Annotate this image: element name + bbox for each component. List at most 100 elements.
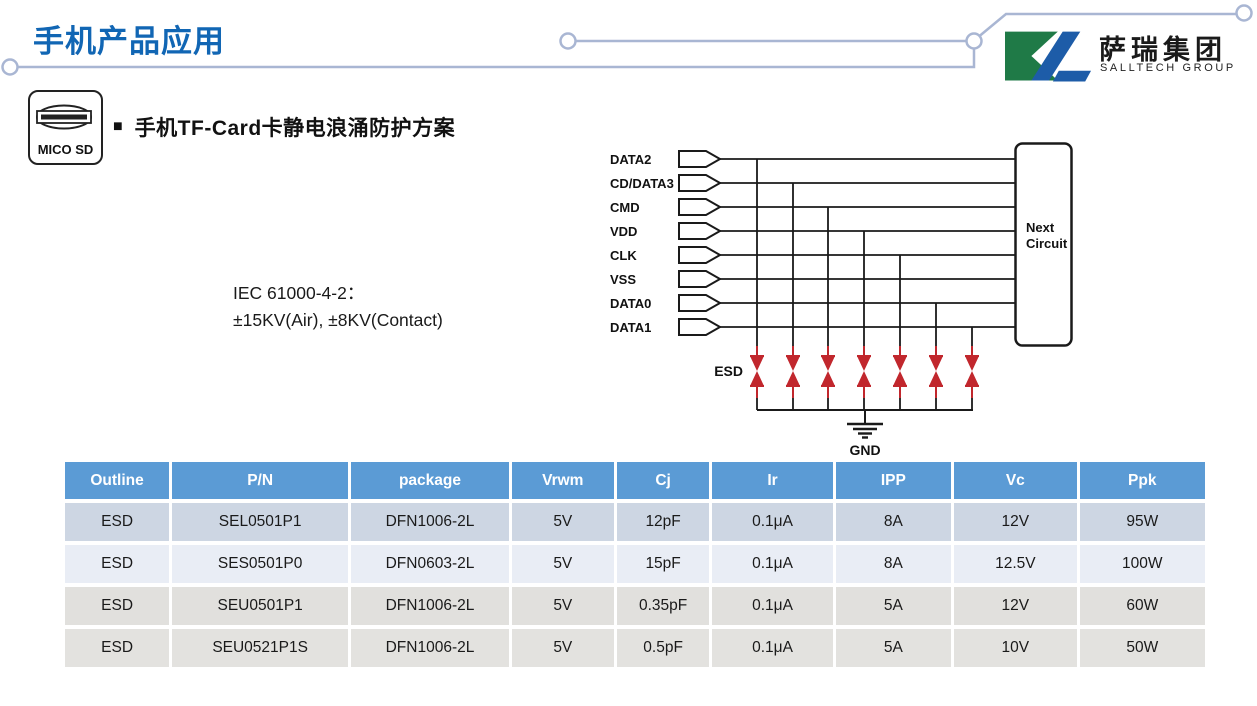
table-cell: 5A [836, 587, 955, 625]
table-header-row: OutlineP/NpackageVrwmCjIrIPPVcPpk [65, 462, 1205, 499]
table-row: ESDSES0501P0DFN0603-2L5V15pF0.1μA8A12.5V… [65, 545, 1205, 583]
section-heading-row: ■ 手机TF-Card卡静电浪涌防护方案 [113, 112, 455, 142]
table-cell: 0.35pF [617, 587, 713, 625]
table-cell: ESD [65, 629, 172, 667]
signal-label: DATA0 [610, 296, 651, 311]
sd-card-icon: MICO SD [28, 90, 103, 165]
signal-label: CMD [610, 200, 640, 215]
table-cell: 5A [836, 629, 955, 667]
tvs-diode-icon [786, 356, 800, 371]
tvs-diode-icon [750, 356, 764, 371]
table-cell: 60W [1080, 587, 1205, 625]
table-cell: 5V [512, 545, 617, 583]
logo-text-en: SALLTECH GROUP [1100, 62, 1236, 74]
signal-label: VSS [610, 272, 636, 287]
table-cell: DFN1006-2L [351, 629, 512, 667]
sd-card-label: MICO SD [30, 142, 101, 157]
table-cell: 0.1μA [712, 503, 835, 541]
tvs-diode-icon [857, 356, 871, 371]
table-cell: 50W [1080, 629, 1205, 667]
signal-label: VDD [610, 224, 637, 239]
tvs-diode-icon [786, 371, 800, 386]
table-head: OutlineP/NpackageVrwmCjIrIPPVcPpk [65, 462, 1205, 499]
table-header-cell: Cj [617, 462, 713, 499]
table-row: ESDSEU0521P1SDFN1006-2L5V0.5pF0.1μA5A10V… [65, 629, 1205, 667]
next-circuit-label: Circuit [1026, 236, 1068, 251]
table-cell: DFN0603-2L [351, 545, 512, 583]
table-cell: SEU0521P1S [172, 629, 351, 667]
table-header-cell: P/N [172, 462, 351, 499]
signal-connector [679, 319, 720, 335]
table-cell: 12pF [617, 503, 713, 541]
table-cell: 15pF [617, 545, 713, 583]
section-heading: 手机TF-Card卡静电浪涌防护方案 [135, 112, 456, 142]
bullet-icon: ■ [113, 119, 123, 135]
table-row: ESDSEL0501P1DFN1006-2L5V12pF0.1μA8A12V95… [65, 503, 1205, 541]
slide: 手机产品应用 萨瑞集团 SALLTECH GROUP MICO SD ■ 手机T… [0, 0, 1257, 706]
table-cell: 12V [954, 587, 1079, 625]
table-header-cell: Vrwm [512, 462, 617, 499]
signal-label: CD/DATA3 [610, 176, 674, 191]
table-cell: 0.1μA [712, 587, 835, 625]
parts-table: OutlineP/NpackageVrwmCjIrIPPVcPpk ESDSEL… [65, 458, 1205, 671]
table-cell: DFN1006-2L [351, 503, 512, 541]
table-cell: 5V [512, 629, 617, 667]
table-cell: DFN1006-2L [351, 587, 512, 625]
tvs-diode-icon [821, 371, 835, 386]
table-cell: SEU0501P1 [172, 587, 351, 625]
signal-connector [679, 295, 720, 311]
signal-connector [679, 223, 720, 239]
table-cell: 5V [512, 503, 617, 541]
table-cell: 0.1μA [712, 545, 835, 583]
signal-connector [679, 271, 720, 287]
tvs-diode-icon [893, 371, 907, 386]
table-cell: 12.5V [954, 545, 1079, 583]
signal-label: DATA2 [610, 152, 651, 167]
tvs-diode-icon [750, 371, 764, 386]
table-cell: 8A [836, 545, 955, 583]
tvs-diode-icon [929, 371, 943, 386]
table-header-cell: IPP [836, 462, 955, 499]
iec-note: IEC 61000-4-2： ±15KV(Air), ±8KV(Contact) [233, 280, 443, 334]
table-header-cell: Ir [712, 462, 835, 499]
table-header-cell: Vc [954, 462, 1079, 499]
logo-icon [1005, 28, 1093, 86]
signal-connector [679, 151, 720, 167]
next-circuit-label: Next [1026, 220, 1055, 235]
table-header-cell: Outline [65, 462, 172, 499]
table-cell: 0.5pF [617, 629, 713, 667]
tvs-diode-icon [821, 356, 835, 371]
company-logo: 萨瑞集团 SALLTECH GROUP [1005, 26, 1250, 84]
table-cell: ESD [65, 545, 172, 583]
table-cell: SES0501P0 [172, 545, 351, 583]
table-cell: 100W [1080, 545, 1205, 583]
table-cell: SEL0501P1 [172, 503, 351, 541]
esd-label: ESD [714, 363, 743, 379]
tvs-diode-icon [965, 356, 979, 371]
table-header-cell: package [351, 462, 512, 499]
table-cell: 0.1μA [712, 629, 835, 667]
gnd-label: GND [849, 442, 880, 458]
table-cell: ESD [65, 503, 172, 541]
iec-line1: IEC 61000-4-2： [233, 280, 443, 307]
tvs-diode-icon [929, 356, 943, 371]
tvs-diode-icon [965, 371, 979, 386]
table-cell: 8A [836, 503, 955, 541]
signal-connector [679, 199, 720, 215]
table-cell: 95W [1080, 503, 1205, 541]
signal-connector [679, 175, 720, 191]
tvs-diode-icon [893, 356, 907, 371]
table-row: ESDSEU0501P1DFN1006-2L5V0.35pF0.1μA5A12V… [65, 587, 1205, 625]
iec-line2: ±15KV(Air), ±8KV(Contact) [233, 307, 443, 334]
signal-label: CLK [610, 248, 637, 263]
table-cell: ESD [65, 587, 172, 625]
table-cell: 5V [512, 587, 617, 625]
table-cell: 12V [954, 503, 1079, 541]
table-header-cell: Ppk [1080, 462, 1205, 499]
table-cell: 10V [954, 629, 1079, 667]
signal-label: DATA1 [610, 320, 651, 335]
table-body: ESDSEL0501P1DFN1006-2L5V12pF0.1μA8A12V95… [65, 503, 1205, 667]
circuit-diagram: DATA2 CD/DATA3 CMD VDD CLK VSS DATA0 DATA1 ESD GN… [600, 140, 1090, 470]
tvs-diode-icon [857, 371, 871, 386]
page-title: 手机产品应用 [33, 16, 225, 61]
